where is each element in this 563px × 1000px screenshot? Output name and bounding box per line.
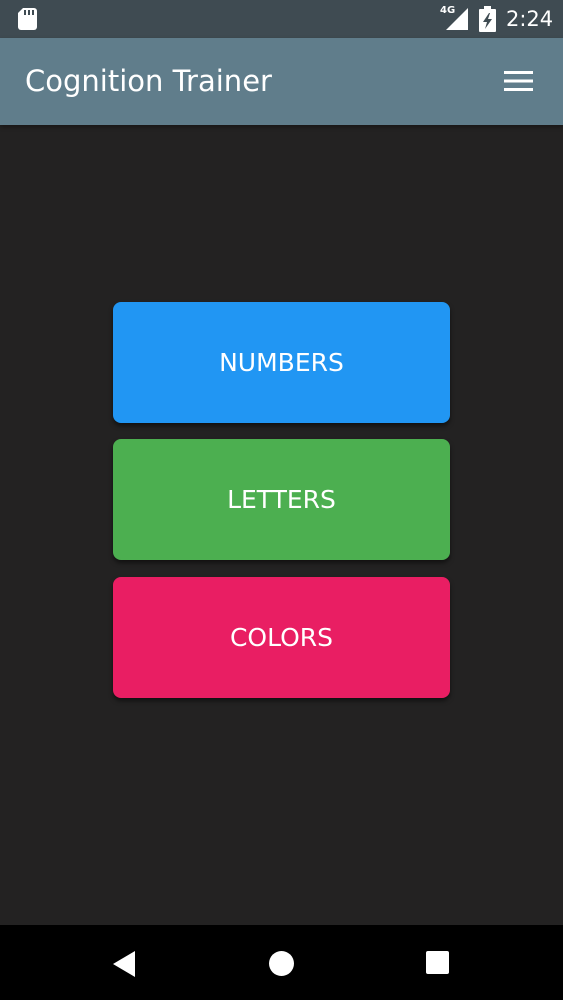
hamburger-menu-icon (504, 71, 533, 91)
home-circle-icon (269, 951, 294, 976)
sd-card-icon (18, 8, 37, 30)
recents-button[interactable] (414, 939, 462, 987)
numbers-button-label: NUMBERS (219, 348, 344, 377)
back-triangle-icon (113, 951, 135, 977)
colors-button-label: COLORS (229, 623, 334, 652)
battery-charging-icon (479, 6, 496, 32)
home-button[interactable] (257, 939, 305, 987)
status-bar: 4G 2:24 (0, 0, 563, 38)
app-bar: Cognition Trainer (0, 38, 563, 125)
system-navigation-bar (0, 925, 563, 1000)
letters-button[interactable]: LETTERS (113, 439, 450, 560)
back-button[interactable] (100, 939, 148, 987)
status-clock: 2:24 (506, 7, 554, 31)
signal-strength-icon (446, 8, 468, 30)
numbers-button[interactable]: NUMBERS (113, 302, 450, 423)
colors-button[interactable]: COLORS (113, 577, 450, 698)
letters-button-label: LETTERS (227, 485, 336, 514)
recents-square-icon (426, 951, 449, 974)
cell-signal: 4G (440, 6, 468, 32)
app-title: Cognition Trainer (25, 64, 272, 98)
menu-button[interactable] (496, 60, 540, 104)
